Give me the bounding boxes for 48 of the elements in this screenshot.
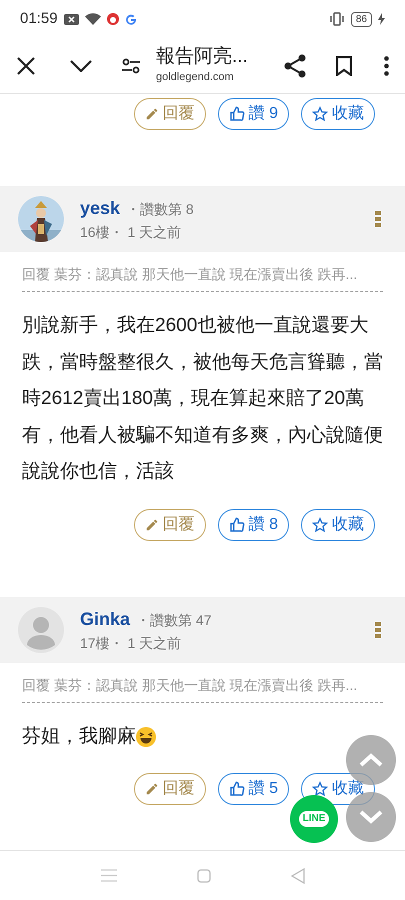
save-button[interactable]: 收藏 [301,508,375,540]
menu-icon[interactable] [100,869,116,882]
chevron-down-icon[interactable] [70,60,92,72]
quoted-reply: 回覆 葉芬：認真說 那天他一直說 現在漲賣出後 跌再... [22,264,383,292]
bookmark-icon[interactable] [336,56,352,76]
thumbs-up-icon [228,781,245,797]
like-button[interactable]: 讚 5 [218,773,289,805]
clock: 01:59 [20,8,58,29]
star-icon [312,106,328,122]
more-icon[interactable] [384,56,389,76]
back-icon[interactable] [290,868,304,884]
reply-button[interactable]: 回覆 [134,508,206,540]
post-meta: 17樓・ 1 天之前 [80,634,182,652]
app-icon [106,13,119,25]
wifi-icon [84,13,101,25]
pencil-icon [144,782,159,796]
thumbs-up-icon [228,516,245,532]
pencil-icon [144,518,159,532]
google-icon [124,13,137,25]
chevron-down-icon [359,810,383,824]
author-name[interactable]: yesk [80,195,120,222]
post-body: 芬姐，我腳麻 [22,724,136,748]
star-icon [312,516,328,532]
thumbs-up-icon [228,106,245,122]
charging-icon [378,13,385,25]
like-button[interactable]: 讚 8 [218,508,289,540]
like-button[interactable]: 讚 9 [218,98,289,130]
reply-button[interactable]: 回覆 [134,98,206,130]
star-icon [312,781,328,797]
share-icon[interactable] [284,54,306,78]
filter-icon[interactable] [122,58,140,74]
battery-indicator: 86 [350,12,372,26]
like-count-rank: ・讚數第 8 [126,200,194,219]
page-url: goldlegend.com [156,70,235,86]
chevron-up-icon [359,753,383,767]
post-meta: 16樓・ 1 天之前 [80,223,182,242]
reply-button[interactable]: 回覆 [134,773,206,805]
like-count-rank: ・讚數第 47 [136,610,212,630]
home-icon[interactable] [196,868,210,882]
post-body: 別說新手，我在2600也被他一直說還要大跌，當時盤整很久，被他每天危言聳聽，當時2612賣出180萬，現在算起來賠了20萬有，他看人被騙不知道有多爽，內心說隨便說說你也信，活該 [22,314,384,484]
save-button[interactable]: 收藏 [301,98,375,130]
page-title: 報告阿亮... [156,45,249,70]
quoted-reply: 回覆 葉芬：認真說 那天他一直說 現在漲賣出後 跌再... [22,674,383,702]
notification-icon [64,14,79,24]
pencil-icon [144,107,159,121]
author-name[interactable]: Ginka [80,606,130,632]
vibrate-icon [328,12,345,26]
close-icon[interactable] [16,56,36,76]
